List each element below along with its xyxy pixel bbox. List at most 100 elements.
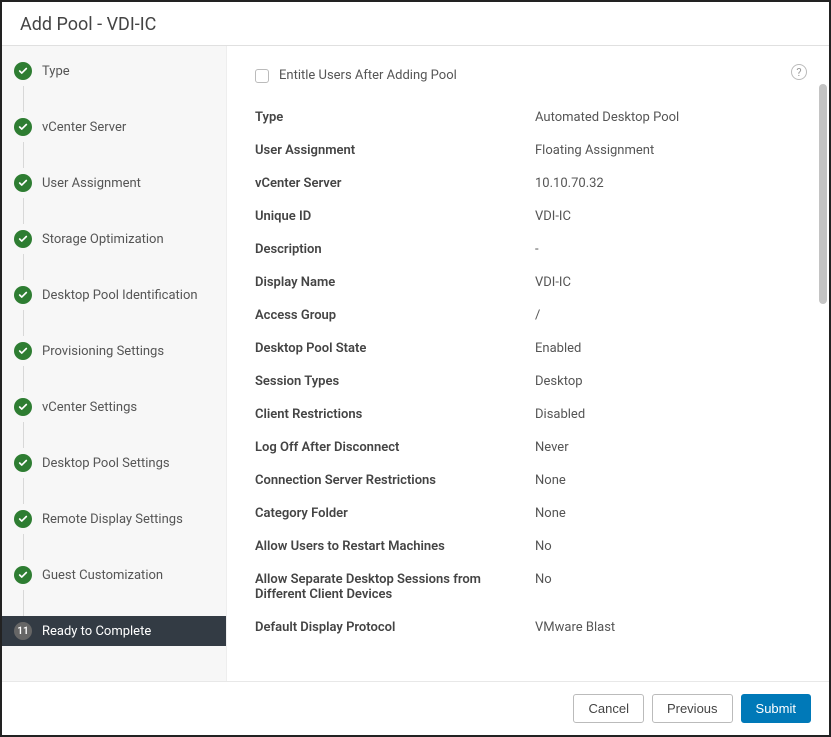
wizard-sidebar: Type vCenter Server User Assignment Storage… (2, 46, 227, 681)
summary-label: vCenter Server (255, 176, 535, 191)
wizard-step-10[interactable]: Guest Customization (2, 560, 226, 590)
wizard-step-label: vCenter Server (42, 120, 126, 135)
summary-row: Description- (255, 233, 801, 266)
step-connector (23, 534, 24, 560)
summary-value: Automated Desktop Pool (535, 110, 679, 125)
summary-label: Desktop Pool State (255, 341, 535, 356)
summary-row: TypeAutomated Desktop Pool (255, 101, 801, 134)
step-connector (23, 142, 24, 168)
check-icon (14, 342, 32, 360)
dialog-body: Type vCenter Server User Assignment Storage… (2, 46, 829, 681)
wizard-step-label: Provisioning Settings (42, 344, 164, 359)
step-connector (23, 254, 24, 280)
summary-value: None (535, 506, 566, 521)
help-icon-wrap: ? (791, 64, 807, 80)
wizard-step-label: Remote Display Settings (42, 512, 183, 527)
entitle-users-row: Entitle Users After Adding Pool (255, 68, 801, 83)
step-connector (23, 310, 24, 336)
summary-label: Log Off After Disconnect (255, 440, 535, 455)
summary-value: Floating Assignment (535, 143, 654, 158)
wizard-step-label: Ready to Complete (42, 624, 151, 639)
entitle-users-label: Entitle Users After Adding Pool (279, 68, 457, 83)
scrollbar-track[interactable] (819, 84, 827, 635)
summary-value: / (535, 308, 540, 323)
summary-label: Allow Separate Desktop Sessions from Dif… (255, 572, 535, 602)
summary-value: No (535, 539, 552, 554)
scrollbar-thumb[interactable] (819, 84, 827, 304)
previous-button[interactable]: Previous (652, 694, 733, 723)
summary-row: User AssignmentFloating Assignment (255, 134, 801, 167)
help-icon[interactable]: ? (791, 64, 807, 80)
summary-label: Access Group (255, 308, 535, 323)
wizard-step-label: vCenter Settings (42, 400, 137, 415)
check-icon (14, 510, 32, 528)
wizard-step-4[interactable]: Storage Optimization (2, 224, 226, 254)
wizard-step-label: Desktop Pool Settings (42, 456, 170, 471)
wizard-step-6[interactable]: Provisioning Settings (2, 336, 226, 366)
wizard-step-11[interactable]: 11 Ready to Complete (2, 616, 226, 646)
wizard-step-3[interactable]: User Assignment (2, 168, 226, 198)
summary-row: Connection Server RestrictionsNone (255, 464, 801, 497)
check-icon (14, 230, 32, 248)
wizard-step-1[interactable]: Type (2, 56, 226, 86)
wizard-step-2[interactable]: vCenter Server (2, 112, 226, 142)
step-connector (23, 478, 24, 504)
summary-row: Display NameVDI-IC (255, 266, 801, 299)
wizard-step-label: Desktop Pool Identification (42, 288, 198, 303)
summary-label: Description (255, 242, 535, 257)
summary-label: Category Folder (255, 506, 535, 521)
summary-label: Session Types (255, 374, 535, 389)
summary-row: Access Group/ (255, 299, 801, 332)
summary-value: None (535, 473, 566, 488)
summary-row: Client RestrictionsDisabled (255, 398, 801, 431)
summary-row: Category FolderNone (255, 497, 801, 530)
summary-value: VDI-IC (535, 209, 571, 224)
summary-value: 10.10.70.32 (535, 176, 604, 191)
dialog-header: Add Pool - VDI-IC (2, 2, 829, 46)
check-icon (14, 566, 32, 584)
dialog-title: Add Pool - VDI-IC (20, 14, 811, 35)
cancel-button[interactable]: Cancel (573, 694, 643, 723)
summary-content: ? Entitle Users After Adding Pool TypeAu… (227, 46, 829, 681)
check-icon (14, 118, 32, 136)
summary-label: Display Name (255, 275, 535, 290)
summary-row: Default Display ProtocolVMware Blast (255, 611, 801, 644)
summary-row: Desktop Pool StateEnabled (255, 332, 801, 365)
wizard-step-label: User Assignment (42, 176, 141, 191)
step-connector (23, 86, 24, 112)
check-icon (14, 398, 32, 416)
summary-value: No (535, 572, 552, 602)
step-number-icon: 11 (14, 622, 32, 640)
wizard-step-9[interactable]: Remote Display Settings (2, 504, 226, 534)
summary-label: Client Restrictions (255, 407, 535, 422)
summary-row: vCenter Server10.10.70.32 (255, 167, 801, 200)
entitle-users-checkbox[interactable] (255, 69, 269, 83)
add-pool-dialog: Add Pool - VDI-IC Type vCenter Server User… (2, 2, 829, 735)
summary-label: User Assignment (255, 143, 535, 158)
summary-label: Allow Users to Restart Machines (255, 539, 535, 554)
wizard-step-label: Type (42, 64, 70, 79)
wizard-step-5[interactable]: Desktop Pool Identification (2, 280, 226, 310)
submit-button[interactable]: Submit (741, 694, 811, 723)
check-icon (14, 174, 32, 192)
check-icon (14, 62, 32, 80)
summary-label: Unique ID (255, 209, 535, 224)
summary-row: Unique IDVDI-IC (255, 200, 801, 233)
step-connector (23, 590, 24, 616)
step-connector (23, 198, 24, 224)
dialog-footer: Cancel Previous Submit (2, 681, 829, 735)
wizard-step-8[interactable]: Desktop Pool Settings (2, 448, 226, 478)
summary-label: Default Display Protocol (255, 620, 535, 635)
check-icon (14, 286, 32, 304)
summary-row: Session TypesDesktop (255, 365, 801, 398)
summary-value: Enabled (535, 341, 581, 356)
summary-row: Allow Users to Restart MachinesNo (255, 530, 801, 563)
summary-label: Connection Server Restrictions (255, 473, 535, 488)
summary-value: Desktop (535, 374, 583, 389)
summary-row: Log Off After DisconnectNever (255, 431, 801, 464)
wizard-step-7[interactable]: vCenter Settings (2, 392, 226, 422)
step-connector (23, 366, 24, 392)
summary-label: Type (255, 110, 535, 125)
summary-value: Never (535, 440, 569, 455)
summary-value: - (535, 242, 539, 257)
